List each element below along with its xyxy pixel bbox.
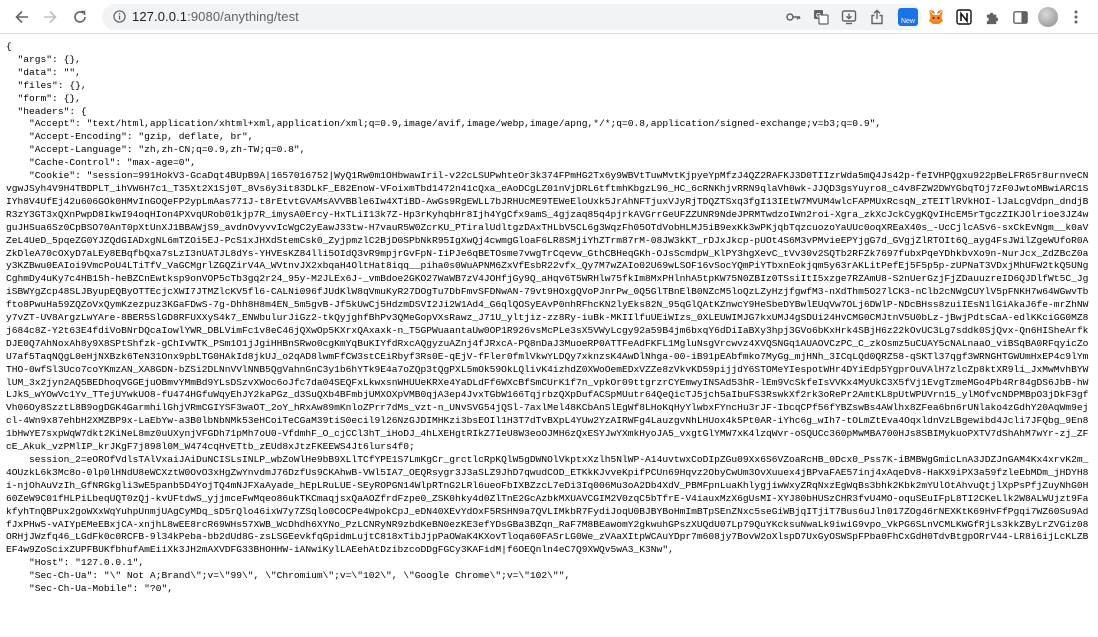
forward-button[interactable]	[38, 5, 62, 29]
new-extension-badge[interactable]: New	[898, 8, 918, 26]
back-icon	[15, 10, 28, 23]
install-icon	[841, 9, 857, 24]
reload-icon	[74, 10, 86, 23]
extensions-area: New	[898, 0, 1098, 34]
forward-icon	[44, 10, 57, 23]
address-bar[interactable]: 127.0.0.1:9080/anything/test G	[102, 3, 922, 30]
notion-extension[interactable]	[954, 7, 974, 27]
install-app-button[interactable]	[840, 8, 858, 26]
translate-button[interactable]: G	[812, 8, 830, 26]
reload-button[interactable]	[68, 5, 92, 29]
side-panel-button[interactable]	[1010, 7, 1030, 27]
info-icon	[112, 10, 126, 23]
extensions-button[interactable]	[982, 7, 1002, 27]
chrome-menu-button[interactable]	[1066, 7, 1086, 27]
key-icon	[786, 12, 801, 21]
address-url[interactable]: 127.0.0.1:9080/anything/test	[132, 9, 299, 24]
sidebar-icon	[1012, 10, 1028, 24]
svg-text:G: G	[816, 12, 821, 19]
metamask-icon	[929, 10, 943, 24]
url-path: :9080/anything/test	[187, 9, 299, 24]
metamask-extension[interactable]	[926, 7, 946, 27]
back-button[interactable]	[10, 5, 34, 29]
site-info-button[interactable]	[106, 10, 132, 23]
share-button[interactable]	[868, 8, 886, 26]
json-response-body: { "args": {}, "data": "", "files": {}, "…	[6, 41, 1089, 595]
puzzle-icon	[986, 12, 998, 24]
page-content: { "args": {}, "data": "", "files": {}, "…	[0, 35, 1098, 637]
password-key-button[interactable]	[784, 8, 802, 26]
translate-icon: G	[814, 9, 829, 25]
url-host: 127.0.0.1	[132, 9, 188, 24]
notion-icon	[956, 9, 972, 25]
share-icon	[871, 9, 883, 24]
profile-avatar[interactable]	[1038, 7, 1058, 27]
browser-toolbar: 127.0.0.1:9080/anything/test G New	[0, 0, 1098, 34]
new-badge-label: New	[900, 18, 915, 25]
menu-icon	[1074, 10, 1078, 24]
